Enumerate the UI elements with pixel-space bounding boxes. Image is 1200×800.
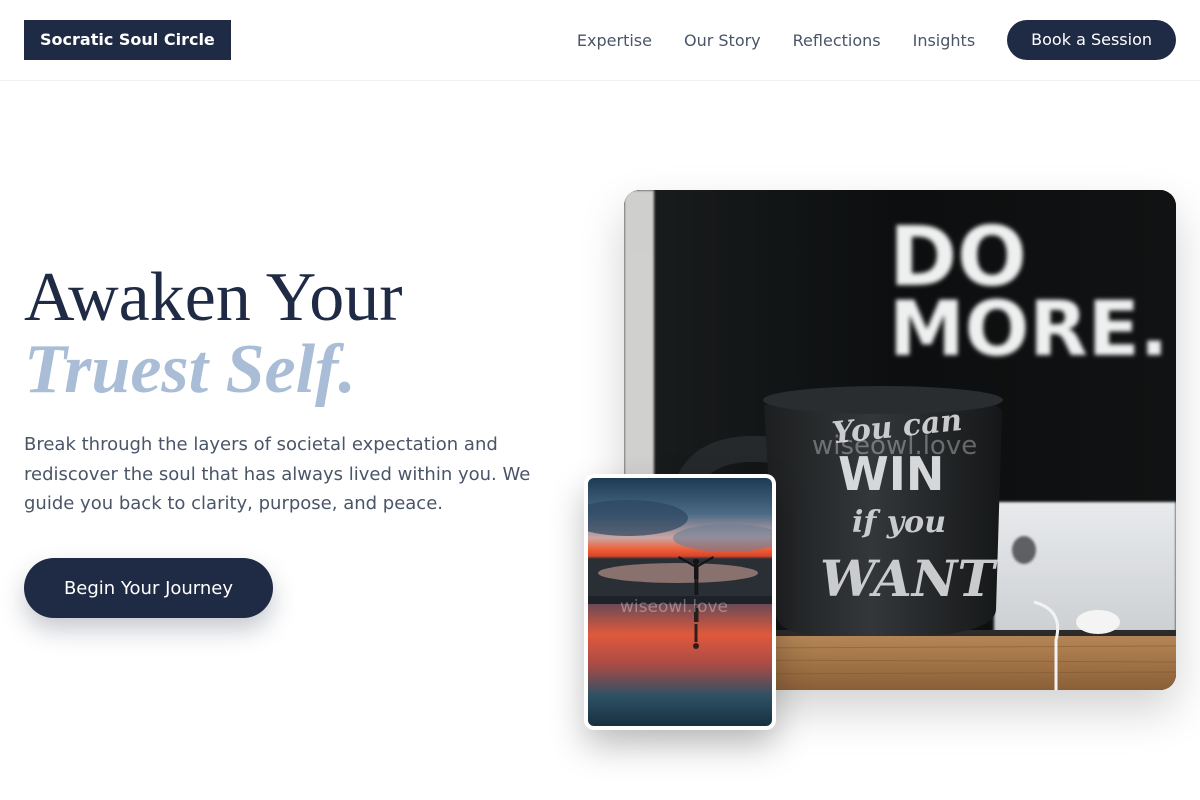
sign-text-more: MORE.: [889, 284, 1169, 373]
mug-text-line-3: if you: [852, 505, 946, 540]
hero-title-line-2: Truest Self.: [24, 331, 356, 408]
nav-link-expertise[interactable]: Expertise: [577, 31, 652, 50]
nav-link-our-story[interactable]: Our Story: [684, 31, 761, 50]
hero-title-line-1: Awaken Your: [24, 259, 403, 336]
book-session-button[interactable]: Book a Session: [1007, 20, 1176, 60]
small-image-watermark: wiseowl.love: [620, 597, 728, 617]
brand-logo[interactable]: Socratic Soul Circle: [24, 20, 231, 60]
mug-text-line-4: WANT: [820, 549, 998, 608]
sunset-photo: wiseowl.love: [588, 478, 772, 726]
main-image-watermark: wiseowl.love: [812, 431, 977, 461]
nav-link-insights[interactable]: Insights: [913, 31, 976, 50]
nav-link-reflections[interactable]: Reflections: [793, 31, 881, 50]
hero-title: Awaken Your Truest Self.: [24, 262, 584, 406]
site-header: Socratic Soul Circle Expertise Our Story…: [0, 0, 1200, 81]
main-nav: Expertise Our Story Reflections Insights…: [577, 20, 1176, 60]
begin-journey-button[interactable]: Begin Your Journey: [24, 558, 273, 618]
hero-description: Break through the layers of societal exp…: [24, 434, 531, 514]
sunset-photo-card: wiseowl.love: [584, 474, 776, 730]
